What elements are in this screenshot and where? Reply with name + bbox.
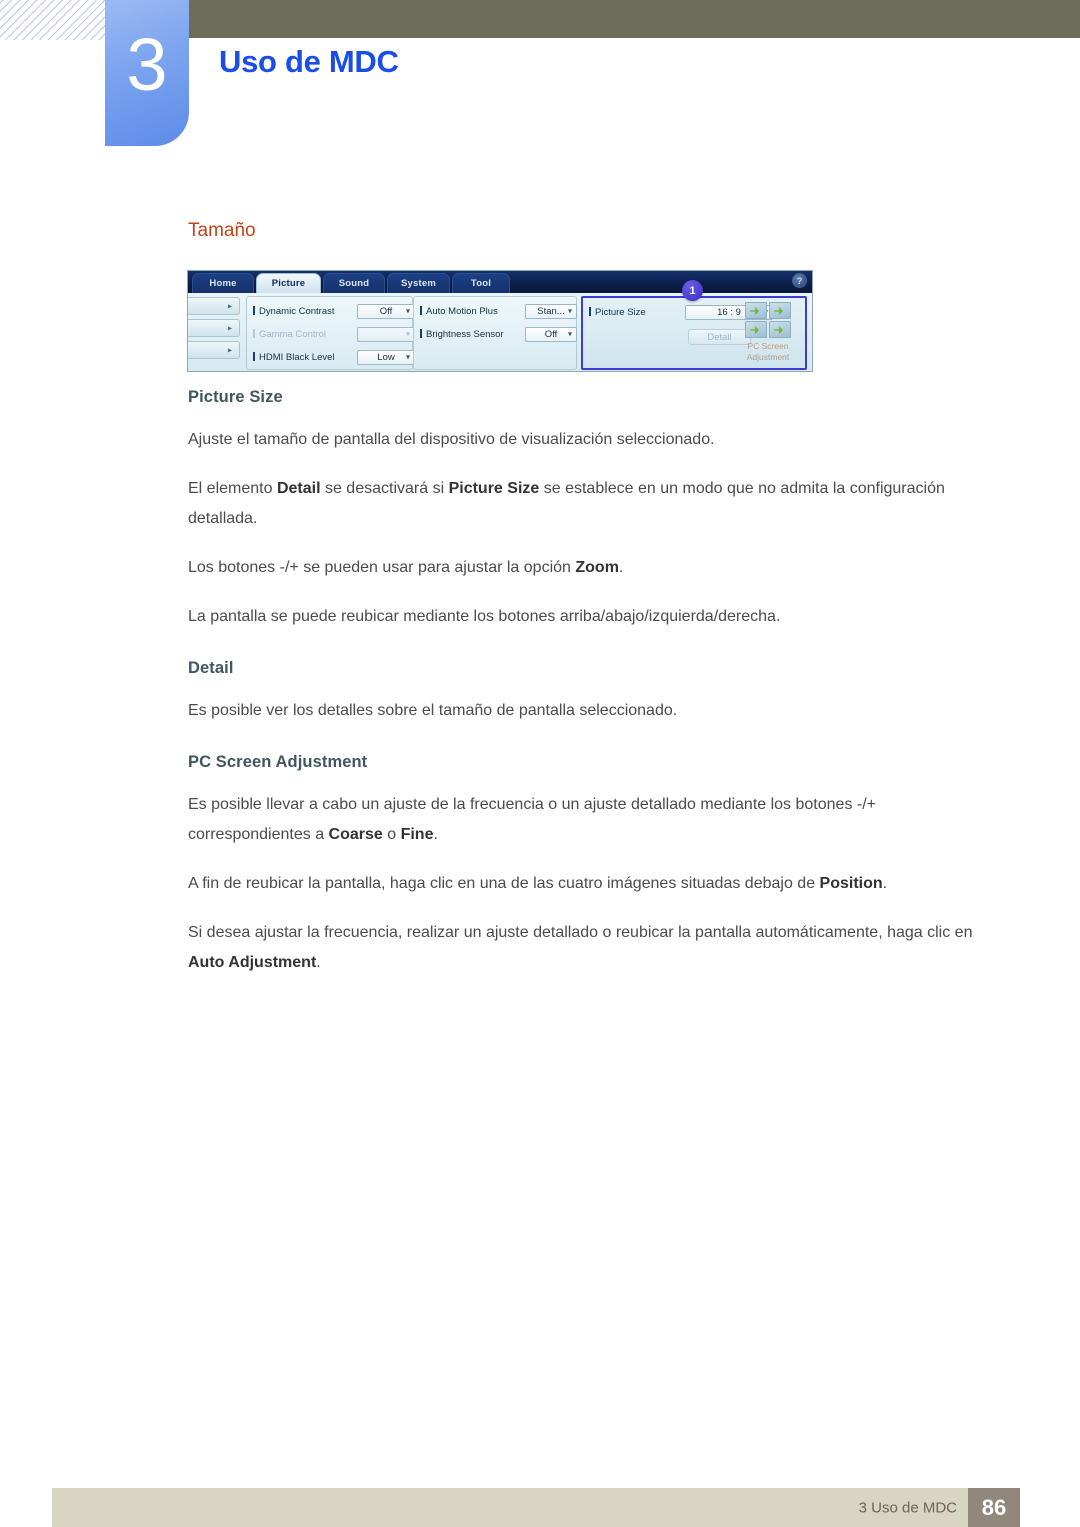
paragraph-reposition-buttons: La pantalla se puede reubicar mediante l… <box>188 608 781 625</box>
paragraph-auto-adjustment: Si desea ajustar la frecuencia, realizar… <box>188 918 1000 978</box>
text-fragment: Los botones -/+ se pueden usar para ajus… <box>188 559 576 576</box>
mdc-row-auto-motion-plus: Auto Motion Plus Stan... <box>420 302 577 320</box>
mdc-label-brightness-sensor: Brightness Sensor <box>420 329 504 340</box>
position-icon-bottom-right[interactable] <box>769 321 791 338</box>
text-fragment: A fin de reubicar la pantalla, haga clic… <box>188 875 820 892</box>
heading-detail: Detail <box>188 659 234 677</box>
page-title: Uso de MDC <box>219 44 399 79</box>
text-fragment: se desactivará si <box>320 480 449 497</box>
mdc-label-auto-motion-plus: Auto Motion Plus <box>420 306 498 317</box>
mdc-combo-brightness-sensor[interactable]: Off <box>525 326 577 342</box>
page-footer: 3 Uso de MDC 86 <box>52 1488 1020 1527</box>
mdc-tab-system[interactable]: System <box>387 273 450 293</box>
paragraph-detail-desc: Es posible ver los detalles sobre el tam… <box>188 702 678 719</box>
chapter-number-tab: 3 <box>105 0 189 146</box>
text-fragment: Si desea ajustar la frecuencia, realizar… <box>188 924 973 941</box>
mdc-combo-gamma-control <box>357 326 415 342</box>
mdc-label-hdmi-black-level: HDMI Black Level <box>253 352 335 363</box>
help-icon[interactable]: ? <box>792 273 807 288</box>
paragraph-picture-size-desc: Ajuste el tamaño de pantalla del disposi… <box>188 431 715 448</box>
mdc-label-dynamic-contrast: Dynamic Contrast <box>253 306 335 317</box>
paragraph-zoom-buttons: Los botones -/+ se pueden usar para ajus… <box>188 553 1000 583</box>
text-fragment: . <box>882 875 888 892</box>
mdc-group-motion-sensor: Auto Motion Plus Stan... Brightness Sens… <box>413 296 577 370</box>
paragraph-coarse-fine: Es posible llevar a cabo un ajuste de la… <box>188 790 1000 850</box>
position-icon-bottom-left[interactable] <box>745 321 767 338</box>
term-zoom: Zoom <box>575 559 619 576</box>
section-heading: Tamaño <box>188 220 256 241</box>
text-fragment: El elemento <box>188 480 277 497</box>
mdc-group-picture-basic: Dynamic Contrast Off Gamma Control HDMI … <box>246 296 415 370</box>
mdc-side-expand-button-1[interactable] <box>188 297 240 315</box>
mdc-panel-body: Dynamic Contrast Off Gamma Control HDMI … <box>188 293 812 371</box>
mdc-group-picture-size-highlighted: Picture Size 16 : 9 Detail PC Screen Adj… <box>581 296 807 370</box>
mdc-combo-hdmi-black-level[interactable]: Low <box>357 349 415 365</box>
mdc-pc-screen-adjustment-block: PC Screen Adjustment <box>737 302 799 363</box>
mdc-row-dynamic-contrast: Dynamic Contrast Off <box>253 302 415 320</box>
mdc-side-expand-button-2[interactable] <box>188 319 240 337</box>
mdc-row-brightness-sensor: Brightness Sensor Off <box>420 325 577 343</box>
mdc-row-hdmi-black-level: HDMI Black Level Low <box>253 348 415 366</box>
paragraph-position: A fin de reubicar la pantalla, haga clic… <box>188 869 1000 899</box>
position-quadrant-icon[interactable] <box>745 302 791 338</box>
term-fine: Fine <box>400 826 434 843</box>
mdc-label-pc-screen-adjustment: PC Screen Adjustment <box>746 341 790 362</box>
position-icon-top-right[interactable] <box>769 302 791 319</box>
heading-picture-size: Picture Size <box>188 388 283 406</box>
heading-pc-screen-adjustment: PC Screen Adjustment <box>188 753 368 771</box>
callout-badge-1: 1 <box>682 280 703 301</box>
position-icon-top-left[interactable] <box>745 302 767 319</box>
mdc-combo-dynamic-contrast[interactable]: Off <box>357 303 415 319</box>
mdc-tab-bar: Home Picture Sound System Tool ? <box>188 271 812 293</box>
body-content: Picture Size Ajuste el tamaño de pantall… <box>188 388 1000 978</box>
text-fragment: . <box>433 826 438 843</box>
mdc-tab-tool[interactable]: Tool <box>452 273 510 293</box>
decorative-hatch-pattern <box>0 0 108 40</box>
mdc-tab-sound[interactable]: Sound <box>323 273 385 293</box>
mdc-tab-picture[interactable]: Picture <box>256 273 321 293</box>
page-number: 86 <box>968 1488 1020 1527</box>
term-auto-adjustment: Auto Adjustment <box>188 954 317 971</box>
text-fragment: . <box>316 954 321 971</box>
document-page: 3 Uso de MDC Tamaño Home Picture Sound S… <box>0 0 1080 1527</box>
term-picture-size: Picture Size <box>448 480 540 497</box>
mdc-tab-home[interactable]: Home <box>192 273 254 293</box>
paragraph-detail-disabled: El elemento Detail se desactivará si Pic… <box>188 474 1000 534</box>
mdc-side-expand-button-3[interactable] <box>188 341 240 359</box>
mdc-label-gamma-control: Gamma Control <box>253 329 326 340</box>
term-position: Position <box>819 875 883 892</box>
mdc-side-button-column <box>188 297 240 363</box>
mdc-label-picture-size: Picture Size <box>589 307 646 318</box>
text-fragment: o <box>382 826 401 843</box>
chapter-number: 3 <box>126 23 168 106</box>
term-coarse: Coarse <box>328 826 383 843</box>
header-top-bar <box>188 0 1080 38</box>
term-detail: Detail <box>276 480 321 497</box>
mdc-picture-tab-screenshot: Home Picture Sound System Tool ? Dynamic… <box>187 270 813 372</box>
text-fragment: . <box>618 559 624 576</box>
mdc-combo-auto-motion-plus[interactable]: Stan... <box>525 303 577 319</box>
text-fragment: Es posible llevar a cabo un ajuste de la… <box>188 796 876 843</box>
mdc-row-gamma-control: Gamma Control <box>253 325 415 343</box>
footer-chapter-label: 3 Uso de MDC <box>858 1499 957 1516</box>
